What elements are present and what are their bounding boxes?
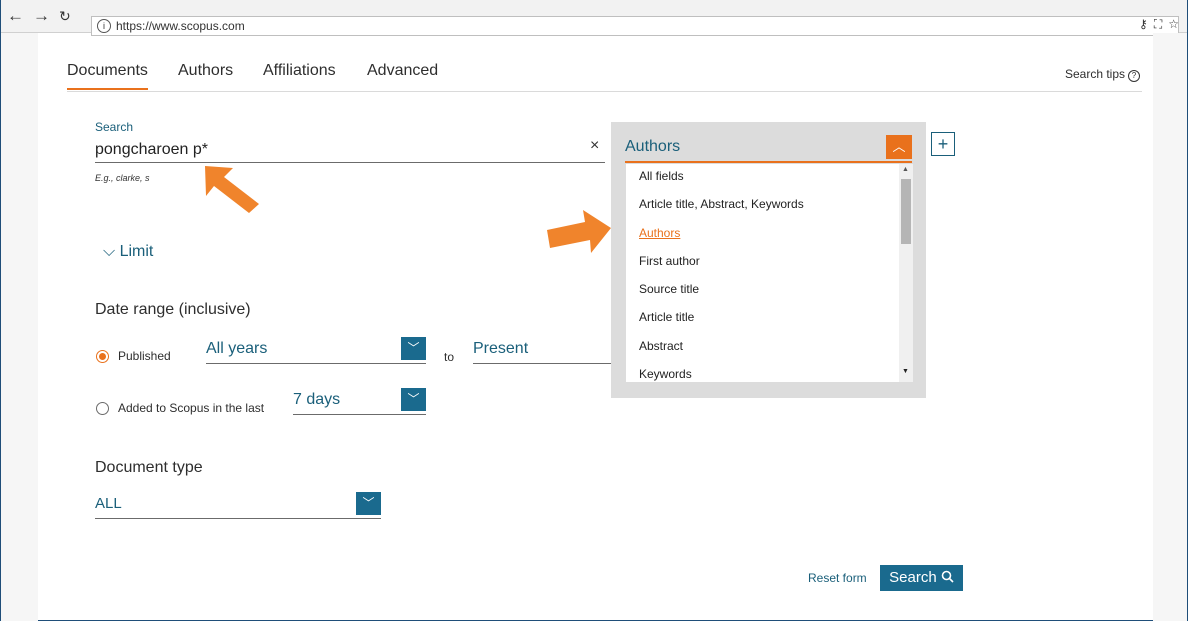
added-label[interactable]: Added to Scopus in the last bbox=[118, 401, 264, 415]
translate-icon[interactable]: ⛶ bbox=[1154, 17, 1162, 31]
reload-icon[interactable]: ↻ bbox=[59, 8, 71, 25]
star-icon[interactable]: ☆ bbox=[1168, 17, 1179, 31]
added-days-value[interactable]: 7 days bbox=[293, 390, 340, 410]
document-type-select[interactable]: ALL ﹀ bbox=[95, 492, 381, 519]
right-gutter bbox=[1153, 33, 1187, 621]
added-radio[interactable] bbox=[96, 402, 109, 415]
address-text[interactable]: https://www.scopus.com bbox=[116, 17, 245, 35]
search-icon[interactable] bbox=[941, 570, 954, 583]
browser-actions: ⚷ ⛶ ☆ bbox=[1133, 17, 1179, 32]
to-year-value[interactable]: Present bbox=[473, 339, 528, 359]
tab-authors[interactable]: Authors bbox=[178, 62, 233, 80]
to-label: to bbox=[444, 350, 455, 364]
option-source-title[interactable]: Source title bbox=[639, 282, 699, 296]
field-select-value[interactable]: Authors bbox=[625, 138, 680, 155]
reset-form-link[interactable]: Reset form bbox=[808, 571, 867, 585]
address-bar[interactable]: i https://www.scopus.com bbox=[91, 16, 1179, 36]
tab-documents[interactable]: Documents bbox=[67, 62, 148, 90]
option-first-author[interactable]: First author bbox=[639, 254, 700, 268]
chevron-down-icon[interactable]: ﹀ bbox=[401, 388, 426, 411]
option-authors[interactable]: Authors bbox=[639, 226, 680, 240]
date-range-heading: Date range (inclusive) bbox=[95, 301, 251, 318]
back-icon[interactable]: ← bbox=[7, 6, 24, 26]
search-input[interactable] bbox=[95, 138, 605, 163]
search-tips-label[interactable]: Search tips bbox=[1065, 67, 1125, 81]
left-gutter bbox=[1, 33, 38, 621]
dropdown-scrollbar[interactable]: ▲ ▼ bbox=[899, 164, 913, 382]
scroll-up-icon[interactable]: ▲ bbox=[902, 166, 909, 173]
published-radio[interactable] bbox=[96, 350, 109, 363]
option-abstract[interactable]: Abstract bbox=[639, 339, 683, 353]
limit-label[interactable]: Limit bbox=[120, 243, 154, 260]
chevron-up-icon[interactable]: ︿ bbox=[886, 135, 912, 159]
document-type-value[interactable]: ALL bbox=[95, 494, 122, 514]
tab-advanced[interactable]: Advanced bbox=[367, 62, 438, 80]
search-button-label[interactable]: Search bbox=[889, 569, 937, 586]
add-field-button[interactable]: + bbox=[931, 132, 955, 156]
option-title-abstract-keywords[interactable]: Article title, Abstract, Keywords bbox=[639, 197, 804, 211]
search-button[interactable]: Search bbox=[880, 565, 963, 591]
chevron-down-icon[interactable]: ﹀ bbox=[356, 492, 381, 515]
search-tips-link[interactable]: Search tips? bbox=[1065, 67, 1140, 82]
tabs-divider bbox=[67, 91, 1142, 92]
added-days-select[interactable]: 7 days ﹀ bbox=[293, 388, 426, 415]
field-select[interactable]: Authors ︿ bbox=[625, 135, 912, 163]
published-label[interactable]: Published bbox=[118, 349, 171, 363]
chevron-down-icon[interactable]: ﹀ bbox=[401, 337, 426, 360]
field-options-list: All fields Article title, Abstract, Keyw… bbox=[626, 164, 913, 382]
forward-icon[interactable]: → bbox=[33, 6, 50, 26]
help-icon[interactable]: ? bbox=[1128, 70, 1140, 82]
from-year-value[interactable]: All years bbox=[206, 339, 267, 359]
scrollbar-thumb[interactable] bbox=[901, 179, 911, 244]
scroll-down-icon[interactable]: ▼ bbox=[902, 368, 909, 375]
info-icon[interactable]: i bbox=[97, 19, 111, 33]
annotation-arrow-icon bbox=[547, 210, 611, 253]
chevron-down-icon[interactable]: ⌵ bbox=[103, 243, 115, 260]
search-hint: E.g., clarke, s bbox=[95, 173, 150, 183]
option-all-fields[interactable]: All fields bbox=[639, 169, 684, 183]
tab-affiliations[interactable]: Affiliations bbox=[263, 62, 336, 80]
browser-toolbar: ← → ↻ i https://www.scopus.com ⚷ ⛶ ☆ bbox=[1, 0, 1187, 36]
document-type-heading: Document type bbox=[95, 459, 203, 476]
to-year-select[interactable]: Present bbox=[473, 339, 611, 364]
option-keywords[interactable]: Keywords bbox=[639, 367, 692, 381]
search-label: Search bbox=[95, 120, 134, 134]
from-year-select[interactable]: All years ﹀ bbox=[206, 337, 426, 364]
limit-toggle[interactable]: ⌵ Limit bbox=[103, 243, 153, 261]
annotation-arrow-icon bbox=[205, 166, 259, 213]
option-article-title[interactable]: Article title bbox=[639, 310, 694, 324]
clear-icon[interactable]: × bbox=[590, 137, 599, 155]
key-icon[interactable]: ⚷ bbox=[1139, 17, 1148, 31]
